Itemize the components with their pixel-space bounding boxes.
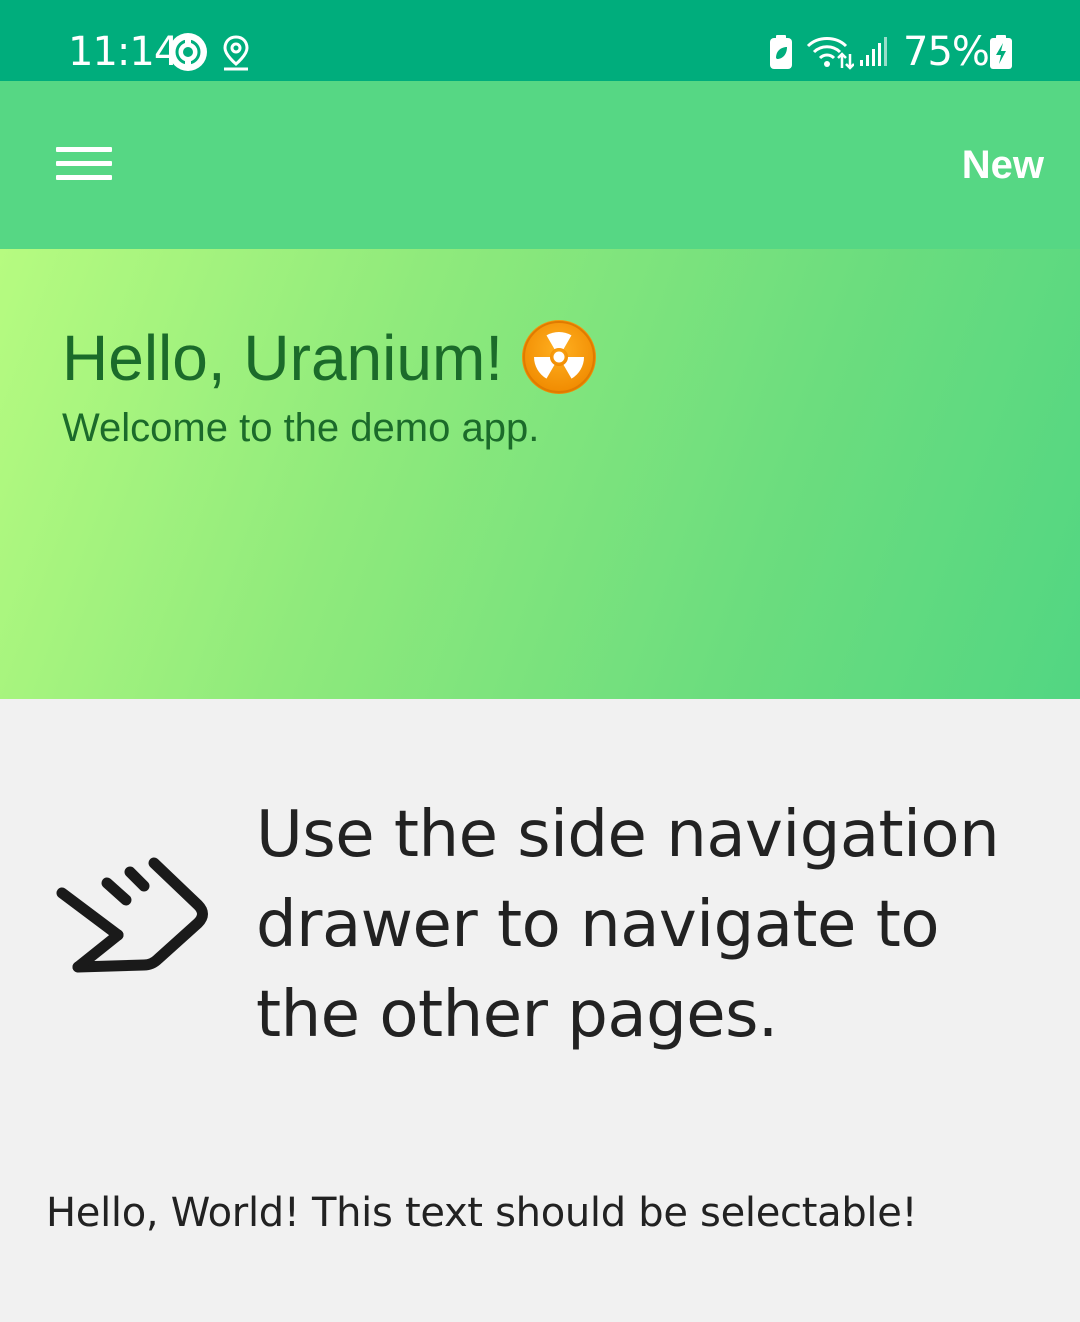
sync-icon xyxy=(169,33,207,71)
wifi-icon xyxy=(806,37,854,70)
signal-icon xyxy=(860,37,887,66)
new-button[interactable]: New xyxy=(962,139,1044,191)
app-bar: New xyxy=(0,81,1080,249)
hamburger-menu-icon[interactable] xyxy=(40,123,130,203)
navigation-hint: Use the side navigation drawer to naviga… xyxy=(256,798,1000,1052)
radiation-icon xyxy=(522,320,596,394)
hero-subtitle: Welcome to the demo app. xyxy=(62,406,540,450)
status-time: 11:14 xyxy=(68,29,179,75)
battery-saver-icon xyxy=(770,35,792,69)
hero-title: Hello, Uranium! xyxy=(62,322,504,394)
status-bar: 11:14 75% xyxy=(0,0,1080,81)
swipe-right-icon xyxy=(56,857,208,973)
battery-charging-icon xyxy=(990,35,1012,69)
location-icon xyxy=(223,35,249,71)
hero-banner: Hello, Uranium! Welcome to the demo app. xyxy=(0,249,1080,699)
selectable-text[interactable]: Hello, World! This text should be select… xyxy=(46,1185,918,1241)
battery-percent: 75% xyxy=(903,29,990,75)
